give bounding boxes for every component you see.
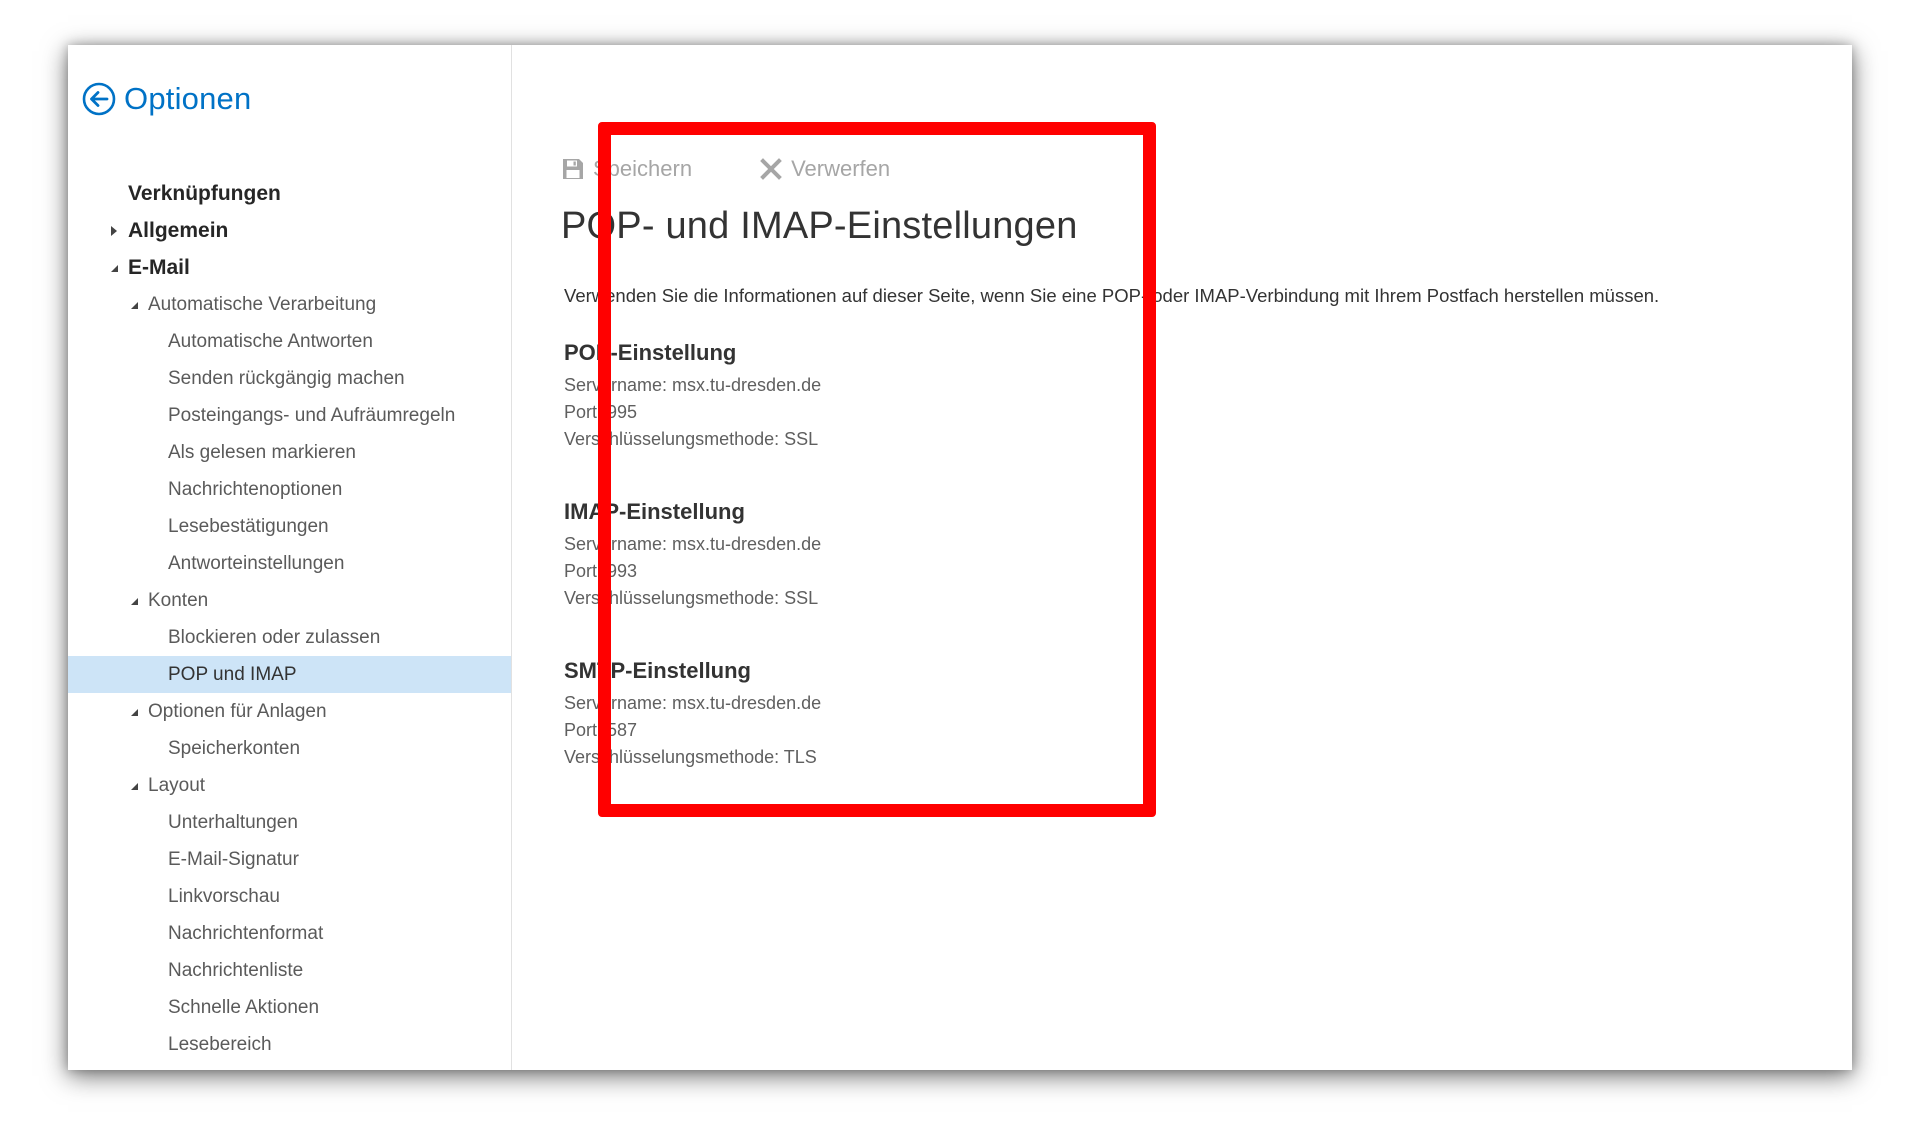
sidebar-item-automatische-antworten[interactable]: Automatische Antworten [68, 323, 511, 360]
sidebar-item-schnelle-aktionen[interactable]: Schnelle Aktionen [68, 989, 511, 1026]
smtp-settings-section: SMTP-Einstellung Servername: msx.tu-dres… [564, 656, 1164, 771]
sidebar-item-e-mail[interactable]: E-Mail [68, 249, 511, 286]
sidebar-item-label: Blockieren oder zulassen [168, 627, 381, 648]
caret-down-icon[interactable] [128, 767, 140, 804]
sidebar-item-label: Posteingangs- und Aufräumregeln [168, 405, 456, 426]
sidebar-item-allgemein[interactable]: Allgemein [68, 212, 511, 249]
imap-server-name: Servername: msx.tu-dresden.de [564, 534, 822, 554]
pop-settings-section: POP-Einstellung Servername: msx.tu-dresd… [564, 338, 1164, 453]
sidebar-item-speicherkonten[interactable]: Speicherkonten [68, 730, 511, 767]
caret-down-icon[interactable] [128, 582, 140, 619]
options-sidebar: Optionen Verknüpfungen Allgemein E-Mail Aut… [68, 45, 512, 1070]
save-button[interactable]: Speichern [562, 156, 692, 182]
sidebar-item-label: Als gelesen markieren [168, 442, 356, 463]
caret-right-icon[interactable] [108, 1063, 120, 1070]
options-title: Optionen [124, 81, 252, 116]
intro-text: Verwenden Sie die Informationen auf dies… [564, 285, 1660, 306]
sidebar-item-als-gelesen-markieren[interactable]: Als gelesen markieren [68, 434, 511, 471]
settings-panel: Speichern Verwerfen POP- und IMAP-Einste… [512, 45, 1852, 1070]
smtp-encryption: Verschlüsselungsmethode: TLS [564, 747, 817, 767]
pop-settings-heading: POP-Einstellung [564, 340, 737, 365]
sidebar-item-label: Antworteinstellungen [168, 553, 345, 574]
sidebar-item-label: POP und IMAP [168, 664, 297, 685]
pop-port: Port: 995 [564, 402, 638, 422]
sidebar-item-verknuepfungen[interactable]: Verknüpfungen [68, 175, 511, 212]
sidebar-item-lesebestaetigungen[interactable]: Lesebestätigungen [68, 508, 511, 545]
sidebar-item-label: Nachrichtenliste [168, 960, 304, 981]
sidebar-item-kalender[interactable]: Kalender [68, 1063, 511, 1070]
sidebar-item-label: Nachrichtenformat [168, 923, 324, 944]
smtp-settings-heading: SMTP-Einstellung [564, 658, 751, 683]
sidebar-item-label: Nachrichtenoptionen [168, 479, 343, 500]
floppy-disk-icon [562, 158, 584, 180]
sidebar-item-label: Lesebestätigungen [168, 516, 329, 537]
sidebar-item-automatische-verarbeitung[interactable]: Automatische Verarbeitung [68, 286, 511, 323]
sidebar-item-optionen-fuer-anlagen[interactable]: Optionen für Anlagen [68, 693, 511, 730]
sidebar-item-label: Lesebereich [168, 1034, 272, 1055]
imap-settings-heading: IMAP-Einstellung [564, 499, 745, 524]
pop-encryption: Verschlüsselungsmethode: SSL [564, 429, 819, 449]
sidebar-item-konten[interactable]: Konten [68, 582, 511, 619]
caret-down-icon[interactable] [128, 693, 140, 730]
sidebar-item-label: E-Mail [128, 256, 190, 279]
caret-right-icon[interactable] [108, 212, 120, 249]
sidebar-item-label: Schnelle Aktionen [168, 997, 320, 1018]
page-title: POP- und IMAP-Einstellungen [561, 205, 1078, 247]
sidebar-item-label: Optionen für Anlagen [148, 701, 327, 722]
save-button-label: Speichern [593, 156, 693, 181]
smtp-server-name: Servername: msx.tu-dresden.de [564, 693, 822, 713]
sidebar-item-label: Unterhaltungen [168, 812, 298, 833]
sidebar-item-label: Senden rückgängig machen [168, 368, 405, 389]
sidebar-item-lesebereich[interactable]: Lesebereich [68, 1026, 511, 1063]
sidebar-item-posteingangs-und-aufraeumregeln[interactable]: Posteingangs- und Aufräumregeln [68, 397, 511, 434]
sidebar-item-label: Linkvorschau [168, 886, 280, 907]
sidebar-item-nachrichtenformat[interactable]: Nachrichtenformat [68, 915, 511, 952]
back-to-mail-button[interactable]: Optionen [82, 77, 251, 121]
sidebar-item-nachrichtenliste[interactable]: Nachrichtenliste [68, 952, 511, 989]
sidebar-item-label: Konten [148, 590, 209, 611]
imap-encryption: Verschlüsselungsmethode: SSL [564, 588, 819, 608]
sidebar-item-layout[interactable]: Layout [68, 767, 511, 804]
imap-port: Port: 993 [564, 561, 638, 581]
sidebar-item-blockieren-oder-zulassen[interactable]: Blockieren oder zulassen [68, 619, 511, 656]
close-icon [760, 158, 782, 180]
smtp-port: Port: 587 [564, 720, 638, 740]
sidebar-item-label: E-Mail-Signatur [168, 849, 299, 870]
caret-down-icon[interactable] [128, 286, 140, 323]
options-window: Optionen Verknüpfungen Allgemein E-Mail Aut… [68, 45, 1852, 1070]
sidebar-item-e-mail-signatur[interactable]: E-Mail-Signatur [68, 841, 511, 878]
sidebar-item-senden-rueckgaengig-machen[interactable]: Senden rückgängig machen [68, 360, 511, 397]
sidebar-item-label: Automatische Verarbeitung [148, 294, 377, 315]
sidebar-item-unterhaltungen[interactable]: Unterhaltungen [68, 804, 511, 841]
sidebar-item-antworteinstellungen[interactable]: Antworteinstellungen [68, 545, 511, 582]
sidebar-item-label: Automatische Antworten [168, 331, 373, 352]
discard-button-label: Verwerfen [791, 156, 891, 181]
pop-server-name: Servername: msx.tu-dresden.de [564, 375, 822, 395]
sidebar-item-label: Allgemein [128, 219, 229, 242]
sidebar-item-linkvorschau[interactable]: Linkvorschau [68, 878, 511, 915]
discard-button[interactable]: Verwerfen [760, 156, 890, 182]
caret-down-icon[interactable] [108, 249, 120, 286]
settings-toolbar: Speichern Verwerfen [562, 149, 890, 189]
options-navigation-tree: Verknüpfungen Allgemein E-Mail Automatische… [68, 175, 511, 1070]
back-arrow-icon[interactable] [82, 82, 116, 116]
sidebar-item-nachrichtenoptionen[interactable]: Nachrichtenoptionen [68, 471, 511, 508]
sidebar-item-label: Verknüpfungen [128, 182, 281, 205]
sidebar-item-pop-und-imap[interactable]: POP und IMAP [68, 656, 511, 693]
sidebar-item-label: Speicherkonten [168, 738, 301, 759]
sidebar-item-label: Layout [148, 775, 206, 796]
imap-settings-section: IMAP-Einstellung Servername: msx.tu-dres… [564, 497, 1164, 612]
